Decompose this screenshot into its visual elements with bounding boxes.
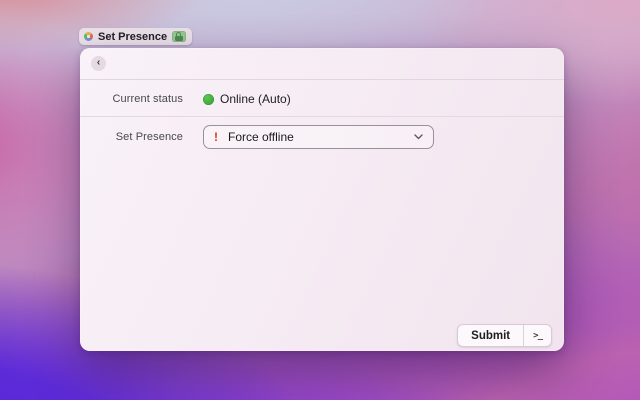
current-status-row: Current status Online (Auto) — [80, 92, 564, 106]
window-tab[interactable]: Set Presence — [79, 28, 193, 45]
current-status-value-group: Online (Auto) — [203, 92, 291, 106]
presence-selected-value: Force offline — [228, 130, 294, 144]
set-presence-label: Set Presence — [115, 131, 183, 143]
set-presence-section: Set Presence ! Force offline — [80, 125, 564, 149]
set-presence-window: ‹ Current status Online (Auto) Set Prese… — [80, 48, 564, 351]
desktop-wallpaper: Set Presence ‹ Current status Online (Au… — [0, 0, 640, 400]
terminal-shortcut-button[interactable]: >_ — [523, 325, 551, 346]
terminal-prompt-icon: >_ — [533, 330, 543, 341]
warning-icon: ! — [214, 130, 218, 144]
online-status-icon — [203, 93, 214, 105]
set-presence-field-group: ! Force offline — [203, 125, 434, 149]
lock-icon — [172, 31, 187, 42]
presence-select[interactable]: ! Force offline — [203, 125, 434, 149]
set-presence-row: Set Presence ! Force offline — [80, 125, 564, 149]
back-chevron-icon: ‹ — [96, 57, 101, 68]
back-button[interactable]: ‹ — [91, 56, 106, 71]
current-status-label: Current status — [112, 93, 183, 105]
footer-action-group: Submit >_ — [457, 324, 552, 347]
window-header: ‹ — [80, 48, 564, 80]
app-pinwheel-icon — [84, 32, 93, 41]
tab-title: Set Presence — [98, 30, 168, 43]
current-status-section: Current status Online (Auto) — [80, 80, 564, 117]
chevron-down-icon — [414, 134, 423, 140]
current-status-value: Online (Auto) — [220, 92, 291, 106]
submit-button[interactable]: Submit — [458, 325, 523, 346]
